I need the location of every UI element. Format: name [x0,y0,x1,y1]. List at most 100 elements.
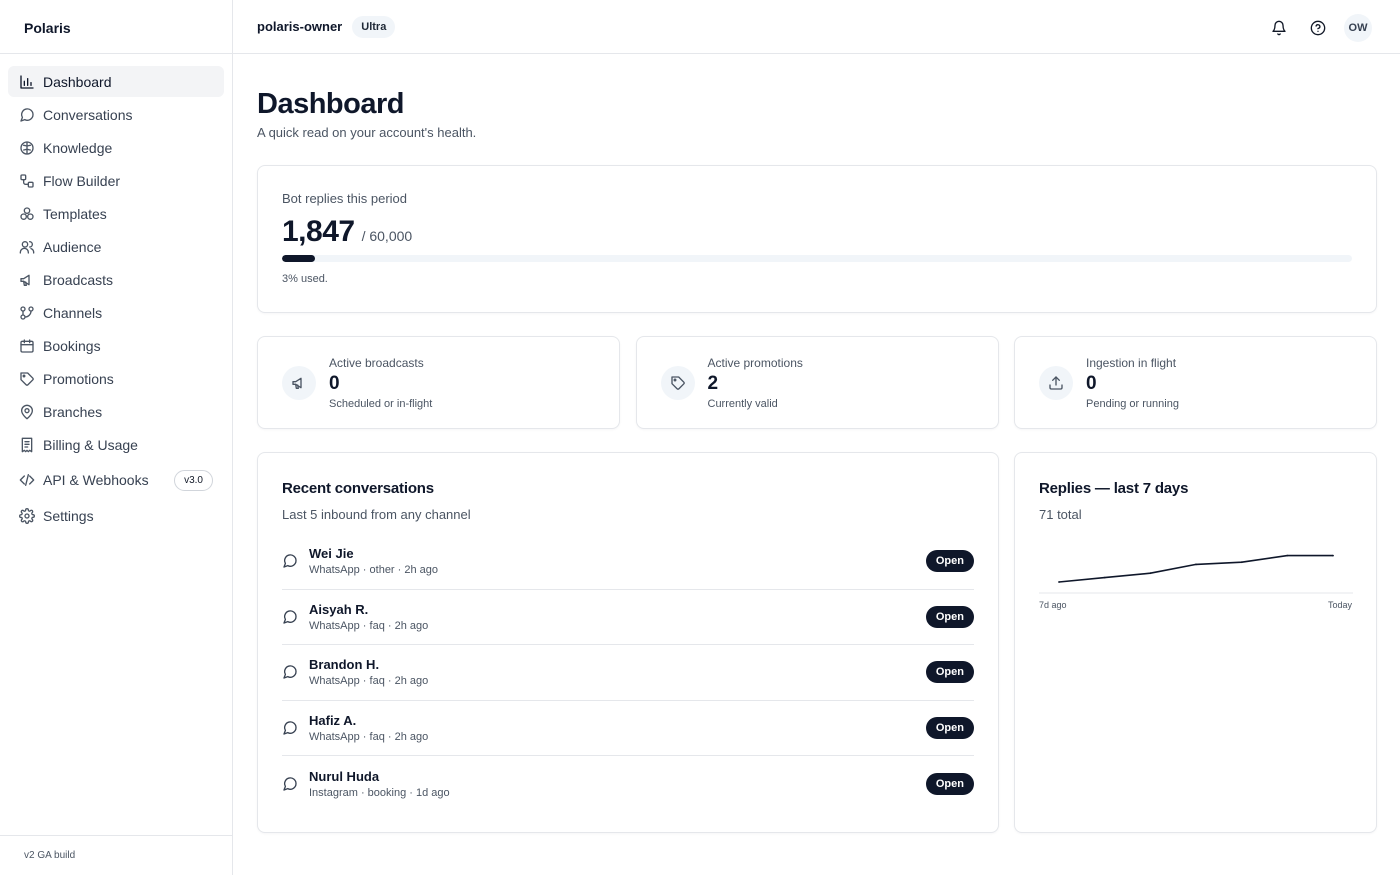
sidebar-item-label: Templates [43,205,107,222]
build-label: v2 GA build [0,835,232,875]
replies-chart-card: Replies — last 7 days 71 total 7d ago To… [1014,452,1377,833]
sidebar-item-billing-usage[interactable]: Billing & Usage [8,429,224,460]
sidebar-item-label: Settings [43,507,94,524]
contact-name: Brandon H. [309,657,380,673]
list-item[interactable]: Hafiz A. WhatsApp · faq · 2h ago Open [282,701,974,756]
status-badge: Open [925,550,974,573]
avatar[interactable]: OW [1344,14,1372,42]
list-item[interactable]: Aisyah R. WhatsApp · faq · 2h ago Open [282,590,974,645]
stat-card-ingestion: Ingestion in flight 0 Pending or running [1014,336,1377,429]
conversation-body: Brandon H. WhatsApp · faq · 2h ago [309,657,428,687]
stat-value: 2 [707,372,719,394]
users-icon [19,239,35,255]
sidebar-item-conversations[interactable]: Conversations [8,99,224,130]
sidebar-item-label: API & Webhooks [43,472,149,488]
series-line [1058,554,1333,583]
status-badge: Open [925,772,974,795]
sidebar-item-api-webhooks[interactable]: API & Webhooks v3.0 [8,462,224,498]
x-axis-labels: 7d ago Today [1039,600,1352,610]
stat-body: Active promotions 2 Currently valid [708,356,803,410]
sidebar-item-branches[interactable]: Branches [8,396,224,427]
stat-card-broadcasts: Active broadcasts 0 Scheduled or in-flig… [257,336,620,429]
sidebar-item-flow-builder[interactable]: Flow Builder [8,165,224,196]
stat-label: Ingestion in flight [1086,355,1177,370]
list-item[interactable]: Wei Jie WhatsApp · other · 2h ago Open [282,534,974,590]
stat-label: Active promotions [707,355,803,370]
account-name[interactable]: polaris-owner [257,19,342,34]
data-point [1058,581,1060,583]
workflow-icon [19,173,35,189]
topbar-actions: OW [1253,14,1372,42]
sidebar-item-dashboard[interactable]: Dashboard [8,66,224,97]
conversation-list: Wei Jie WhatsApp · other · 2h ago Open A… [282,534,974,812]
bell-icon[interactable] [1266,15,1292,41]
sidebar-item-label: Promotions [43,370,114,387]
usage-limit: / 60,000 [361,228,413,244]
usage-progress-fill [282,255,316,262]
sidebar-nav: Dashboard Conversations Knowledge Flow B… [0,54,232,531]
list-item[interactable]: Brandon H. WhatsApp · faq · 2h ago Open [282,645,974,701]
card-subtitle: 71 total [1039,507,1082,522]
data-point [1286,554,1289,557]
sidebar-item-label: Audience [43,238,102,255]
sidebar-item-label: Bookings [43,337,101,354]
status-badge: Open [925,661,974,684]
help-icon[interactable] [1305,15,1331,41]
message-circle-icon [282,609,298,625]
calendar-icon [19,338,35,354]
x-axis-start-label: 7d ago [1039,600,1067,610]
stat-label: Active broadcasts [329,355,424,370]
stat-note: Scheduled or in-flight [329,397,433,410]
stat-value: 0 [329,372,340,394]
sidebar-item-knowledge[interactable]: Knowledge [8,132,224,163]
sidebar-item-templates[interactable]: Templates [8,198,224,229]
stat-note: Currently valid [707,397,778,410]
tag-icon [19,371,35,387]
gear-icon [19,507,35,524]
data-point [1149,572,1152,575]
stats-row: Active broadcasts 0 Scheduled or in-flig… [257,336,1377,429]
sidebar: Polaris Dashboard Conversations Knowledg… [0,0,233,875]
sidebar-item-label: Conversations [43,106,133,123]
stat-value: 0 [1086,372,1097,394]
sidebar-item-bookings[interactable]: Bookings [8,330,224,361]
app-brand[interactable]: Polaris [0,0,232,54]
conversation-meta: WhatsApp · faq · 2h ago [309,619,429,632]
conversation-body: Aisyah R. WhatsApp · faq · 2h ago [309,602,428,632]
usage-value: 1,847 [282,215,355,248]
contact-name: Hafiz A. [309,712,357,728]
status-badge: Open [925,716,974,739]
message-circle-icon [282,664,298,680]
stat-body: Ingestion in flight 0 Pending or running [1086,356,1179,410]
conversation-meta: Instagram · booking · 1d ago [309,786,450,799]
sidebar-item-label: Knowledge [43,139,113,156]
sidebar-item-label: Dashboard [43,73,112,90]
usage-progress-track [282,255,1352,262]
contact-name: Nurul Huda [309,768,380,784]
page-subtitle: A quick read on your account's health. [257,125,477,140]
bar-chart-icon [19,74,35,90]
topbar: polaris-owner Ultra OW [233,0,1400,54]
list-item[interactable]: Nurul Huda Instagram · booking · 1d ago … [282,756,974,812]
megaphone-icon [19,272,35,288]
version-badge: v3.0 [174,469,213,491]
message-circle-icon [19,107,35,123]
sidebar-item-settings[interactable]: Settings [8,500,224,531]
message-circle-icon [282,720,298,736]
contact-name: Wei Jie [309,546,354,562]
lower-row: Recent conversations Last 5 inbound from… [257,452,1377,833]
x-axis-end-label: Today [1327,600,1352,610]
recent-conversations-card: Recent conversations Last 5 inbound from… [257,452,999,833]
tag-icon [660,365,695,400]
data-point [1240,561,1243,564]
plan-badge: Ultra [352,15,396,38]
sidebar-item-broadcasts[interactable]: Broadcasts [8,264,224,295]
data-point [1332,554,1334,557]
sidebar-item-audience[interactable]: Audience [8,231,224,262]
sidebar-item-label: Channels [43,304,103,321]
usage-card: Bot replies this period 1,847 / 60,000 3… [257,165,1377,313]
sidebar-item-promotions[interactable]: Promotions [8,363,224,394]
conversation-body: Hafiz A. WhatsApp · faq · 2h ago [309,713,428,743]
card-title: Recent conversations [282,480,434,497]
sidebar-item-channels[interactable]: Channels [8,297,224,328]
